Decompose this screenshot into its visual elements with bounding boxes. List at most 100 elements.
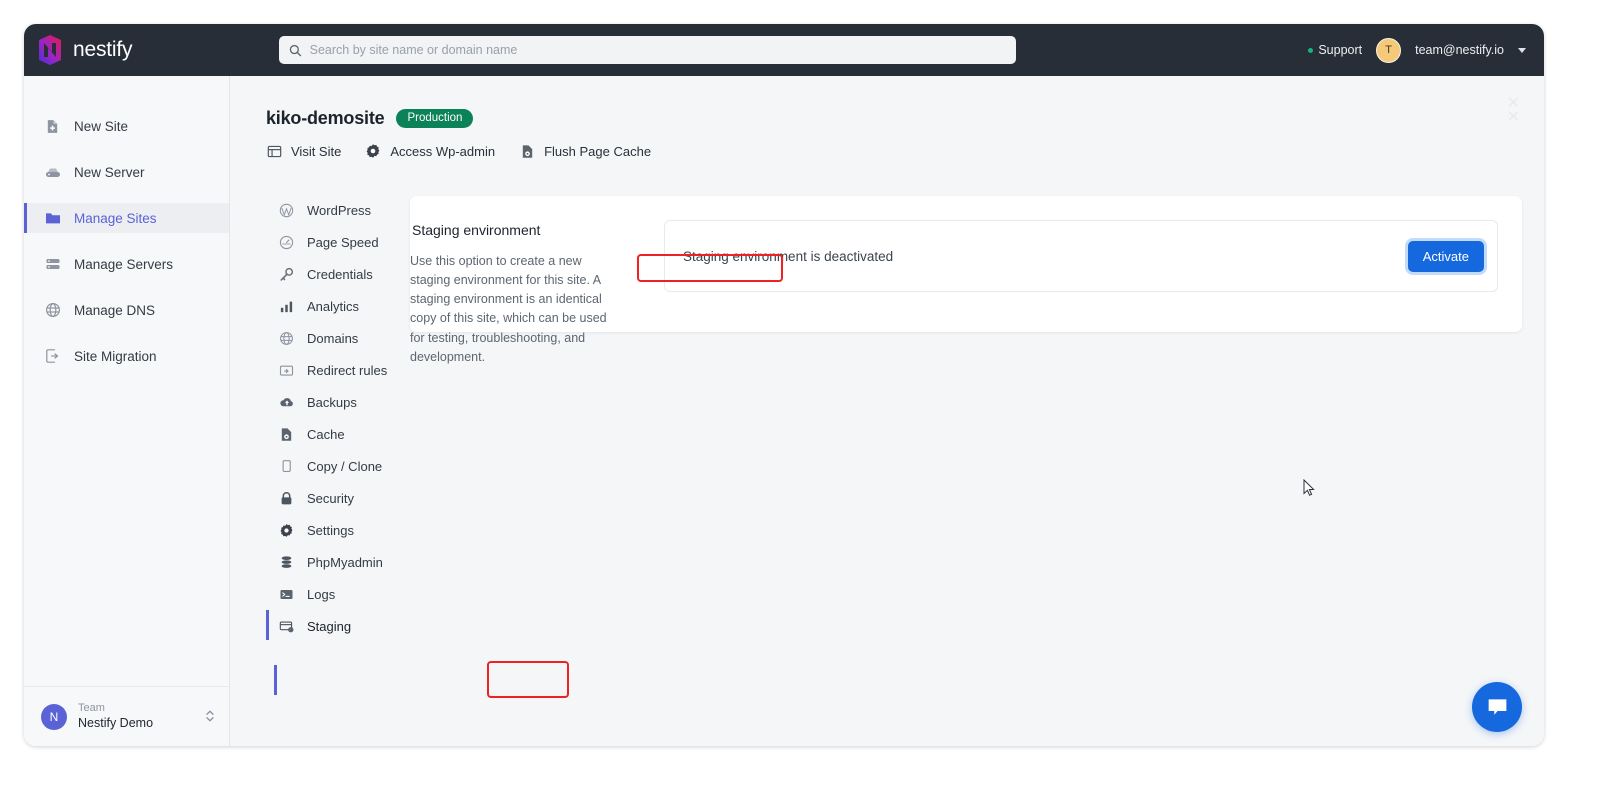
staging-status-card: Staging environment is deactivated Activ… <box>664 220 1498 292</box>
team-name: Nestify Demo <box>78 715 154 730</box>
sidebar-item-label: Manage Servers <box>74 256 174 272</box>
site-nav-item-page-speed[interactable]: Page Speed <box>266 226 406 258</box>
site-nav-label: Backups <box>307 394 357 410</box>
site-nav-item-logs[interactable]: Logs <box>266 578 406 610</box>
site-nav-label: Security <box>307 490 354 506</box>
sidebar-item-manage-servers[interactable]: Manage Servers <box>24 249 229 279</box>
chevron-down-icon[interactable] <box>1518 47 1526 53</box>
staging-icon <box>278 618 295 635</box>
sidebar-item-label: New Site <box>74 118 129 134</box>
cache-icon <box>278 426 295 443</box>
team-text: Team Nestify Demo <box>78 702 153 731</box>
sidebar-item-label: Manage Sites <box>74 210 157 226</box>
support-label: Support <box>1318 43 1363 57</box>
page-actions: Visit Site Access Wp-admin Flush Page Ca… <box>266 143 1544 159</box>
action-label: Visit Site <box>291 143 342 159</box>
section-title: Staging environment <box>412 222 541 238</box>
up-down-chevrons-icon[interactable] <box>205 708 215 725</box>
section-description: Use this option to create a new staging … <box>410 254 607 364</box>
flush-page-cache-button[interactable]: Flush Page Cache <box>519 143 651 159</box>
sidebar-item-new-site[interactable]: New Site <box>24 111 229 141</box>
sidebar-item-new-server[interactable]: New Server <box>24 157 229 187</box>
annotation-box-staging-nav <box>487 661 569 698</box>
site-nav-item-analytics[interactable]: Analytics <box>266 290 406 322</box>
top-bar: nestify Support T team@nestify.io <box>24 24 1544 76</box>
team-label: Team <box>78 701 105 714</box>
chat-bubble-icon <box>1488 698 1506 715</box>
site-nav-item-settings[interactable]: Settings <box>266 514 406 546</box>
sidebar-item-label: New Server <box>74 164 145 180</box>
sidebar-nav: New Site New Server Manage Sites Manage … <box>24 76 229 371</box>
sidebar-item-label: Site Migration <box>74 348 157 364</box>
close-icon[interactable]: ✕ ✕ <box>1507 96 1520 126</box>
chat-widget-button[interactable] <box>1472 682 1522 732</box>
site-nav-item-backups[interactable]: Backups <box>266 386 406 418</box>
site-nav-item-wordpress[interactable]: WordPress <box>266 194 406 226</box>
page-header: kiko-demosite Production Visit Site Acce… <box>230 76 1544 159</box>
site-nav-item-credentials[interactable]: Credentials <box>266 258 406 290</box>
status-badge: Production <box>396 109 474 128</box>
folder-icon <box>44 210 61 227</box>
action-label: Access Wp-admin <box>390 143 496 159</box>
terminal-icon <box>278 586 295 603</box>
site-nav-item-domains[interactable]: Domains <box>266 322 406 354</box>
brand-logo[interactable]: nestify <box>24 24 230 76</box>
team-switcher[interactable]: N Team Nestify Demo <box>24 686 229 746</box>
site-nav-label: PhpMyadmin <box>307 554 383 570</box>
site-nav-label: WordPress <box>307 202 372 218</box>
site-nav-label: Staging <box>307 618 352 634</box>
search-icon <box>289 44 302 56</box>
sidebar-item-manage-dns[interactable]: Manage DNS <box>24 295 229 325</box>
site-nav-item-staging[interactable]: Staging <box>266 610 406 642</box>
site-nav-item-cache[interactable]: Cache <box>266 418 406 450</box>
sidebar-item-site-migration[interactable]: Site Migration <box>24 341 229 371</box>
wordpress-icon <box>278 202 295 219</box>
brand-name: nestify <box>73 38 133 61</box>
panel-description-column: Staging environment Use this option to c… <box>410 220 664 364</box>
content-area: ✕✕ kiko-demosite Production Visit Site <box>230 76 1544 746</box>
staging-active-indicator <box>274 665 277 695</box>
key-icon <box>278 266 295 283</box>
sidebar-item-label: Manage DNS <box>74 302 156 318</box>
cloud-upload-icon <box>278 394 295 411</box>
nestify-logo-icon <box>39 35 61 65</box>
search-input[interactable] <box>309 36 1006 64</box>
user-email: team@nestify.io <box>1415 43 1504 57</box>
activate-button[interactable]: Activate <box>1407 240 1484 272</box>
access-wp-admin-button[interactable]: Access Wp-admin <box>365 143 495 159</box>
gear-icon <box>365 143 381 159</box>
visit-site-button[interactable]: Visit Site <box>266 143 341 159</box>
site-nav-item-phpmyadmin[interactable]: PhpMyadmin <box>266 546 406 578</box>
site-nav-label: Redirect rules <box>307 362 388 378</box>
sidebar-item-manage-sites[interactable]: Manage Sites <box>24 203 229 233</box>
browser-window-icon <box>266 143 282 159</box>
servers-icon <box>44 256 61 273</box>
site-nav-item-redirect-rules[interactable]: Redirect rules <box>266 354 406 386</box>
lock-icon <box>278 490 295 507</box>
globe-icon <box>44 302 61 319</box>
action-label: Flush Page Cache <box>544 143 652 159</box>
main-sidebar: New Site New Server Manage Sites Manage … <box>24 76 230 746</box>
gear-icon <box>278 522 295 539</box>
app-window: nestify Support T team@nestify.io <box>24 24 1544 746</box>
support-link[interactable]: Support <box>1308 43 1362 57</box>
annotation-arrow <box>1543 262 1544 324</box>
site-nav-item-copy-clone[interactable]: Copy / Clone <box>266 450 406 482</box>
mouse-cursor <box>1303 479 1315 496</box>
search-bar[interactable] <box>279 36 1016 64</box>
team-avatar: N <box>41 703 67 730</box>
bar-chart-icon <box>278 298 295 315</box>
site-nav-label: Settings <box>307 522 354 538</box>
speedometer-icon <box>278 234 295 251</box>
database-icon <box>278 554 295 571</box>
avatar[interactable]: T <box>1376 37 1402 63</box>
globe-icon <box>278 330 295 347</box>
site-sub-nav: WordPress Page Speed Credentials Analyti… <box>266 194 406 642</box>
status-text: Staging environment is deactivated <box>683 248 894 264</box>
site-nav-label: Credentials <box>307 266 373 282</box>
site-nav-label: Domains <box>307 330 359 346</box>
site-nav-label: Copy / Clone <box>307 458 383 474</box>
site-nav-label: Logs <box>307 586 336 602</box>
page-title: kiko-demosite <box>266 108 385 128</box>
site-nav-item-security[interactable]: Security <box>266 482 406 514</box>
